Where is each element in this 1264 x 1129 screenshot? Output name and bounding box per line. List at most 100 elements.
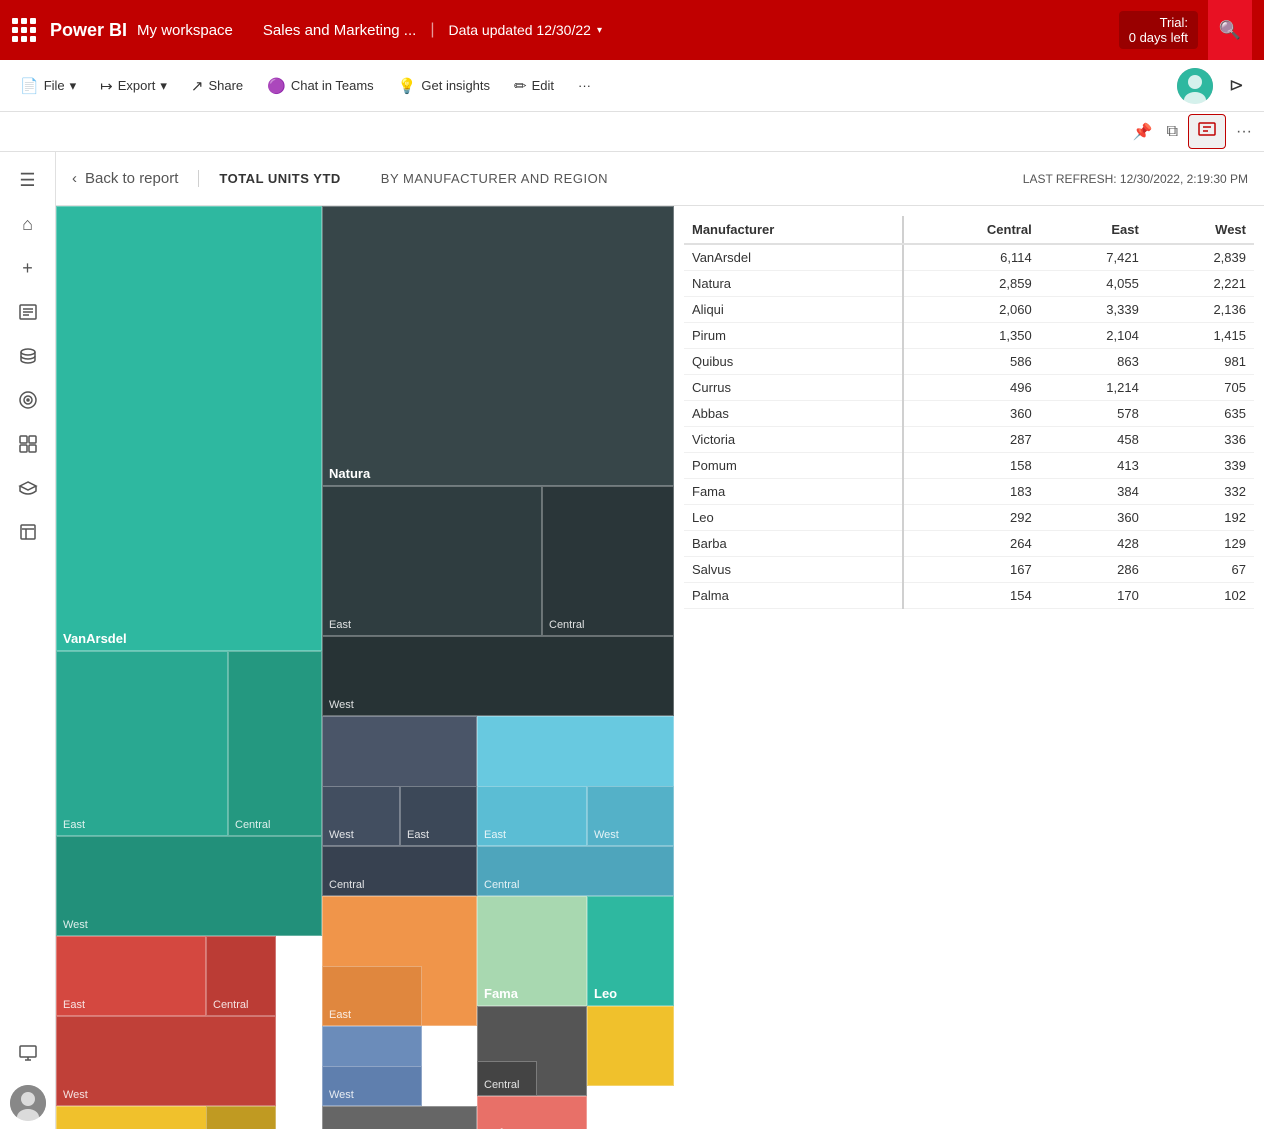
table-row: Palma154170102 bbox=[684, 583, 1254, 609]
col-east: East bbox=[1040, 216, 1147, 244]
treemap-cell-natura-east[interactable]: East bbox=[322, 486, 542, 636]
teams-icon: 🟣 bbox=[267, 77, 286, 95]
more-options-button[interactable]: ··· bbox=[568, 72, 601, 99]
toolbar-right: ⊳ bbox=[1177, 68, 1254, 104]
treemap-cell-natura-west[interactable]: West bbox=[322, 636, 674, 716]
user-avatar[interactable] bbox=[10, 1085, 46, 1121]
tab-by-manufacturer[interactable]: BY MANUFACTURER AND REGION bbox=[361, 171, 628, 186]
nav-goals-icon[interactable] bbox=[8, 380, 48, 420]
focus-mode-button[interactable] bbox=[1188, 114, 1226, 149]
left-nav: ☰ ⌂ + bbox=[0, 152, 56, 1129]
get-insights-button[interactable]: 💡 Get insights bbox=[388, 71, 500, 101]
expand-panel-button[interactable]: ⊳ bbox=[1219, 69, 1254, 102]
col-manufacturer: Manufacturer bbox=[684, 216, 903, 244]
table-row: Currus4961,214705 bbox=[684, 375, 1254, 401]
ellipsis-icon: ··· bbox=[578, 78, 591, 93]
treemap-cell-victoria-west[interactable]: West bbox=[322, 1066, 422, 1106]
treemap-cell-quibus-west[interactable]: West bbox=[322, 786, 400, 846]
duplicate-icon[interactable]: ⧉ bbox=[1163, 119, 1182, 145]
treemap-cell-natura[interactable]: Natura bbox=[322, 206, 674, 486]
treemap-cell-pomum[interactable]: Pomum bbox=[322, 1106, 477, 1129]
nav-menu-icon[interactable]: ☰ bbox=[8, 160, 48, 200]
treemap-cell-natura-central[interactable]: Central bbox=[542, 486, 674, 636]
treemap-cell-vanarsdel-east[interactable]: East bbox=[56, 651, 228, 836]
table-header-row: Manufacturer Central East West bbox=[684, 216, 1254, 244]
table-row: Fama183384332 bbox=[684, 479, 1254, 505]
data-table-container: Manufacturer Central East West VanArsdel… bbox=[674, 206, 1264, 1129]
treemap-cell-quibus-east[interactable]: East bbox=[400, 786, 477, 846]
search-button[interactable]: 🔍 bbox=[1208, 0, 1252, 60]
table-row: Aliqui2,0603,3392,136 bbox=[684, 297, 1254, 323]
treemap-cell-currus-east[interactable]: East bbox=[477, 786, 587, 846]
treemap-cell-aliqui-west[interactable]: West bbox=[56, 1016, 276, 1106]
file-button[interactable]: 📄 File ▾ bbox=[10, 71, 86, 101]
treemap-cell-fama[interactable]: Fama bbox=[477, 896, 587, 1006]
table-row: Quibus586863981 bbox=[684, 349, 1254, 375]
tab-total-units-ytd[interactable]: TOTAL UNITS YTD bbox=[199, 171, 360, 186]
main-layout: ☰ ⌂ + ‹ Back bbox=[0, 152, 1264, 1129]
treemap-cell-leo[interactable]: Leo bbox=[587, 896, 674, 1006]
app-logo: Power BI bbox=[50, 20, 127, 41]
nav-browse-icon[interactable] bbox=[8, 292, 48, 332]
treemap-inner: VanArsdel East Central West bbox=[56, 206, 674, 1016]
treemap-cell-vanarsdel[interactable]: VanArsdel bbox=[56, 206, 322, 651]
treemap-cell-abbas-east[interactable]: East bbox=[322, 966, 422, 1026]
back-bar: ‹ Back to report TOTAL UNITS YTD BY MANU… bbox=[56, 152, 1264, 206]
table-row: Salvus16728667 bbox=[684, 557, 1254, 583]
table-row: Pomum158413339 bbox=[684, 453, 1254, 479]
treemap-chart[interactable]: VanArsdel East Central West bbox=[56, 206, 674, 1129]
chevron-down-icon: ▾ bbox=[597, 25, 602, 36]
manufacturer-table: Manufacturer Central East West VanArsdel… bbox=[684, 216, 1254, 609]
edit-button[interactable]: ✏ Edit bbox=[504, 71, 564, 101]
nav-home-icon[interactable]: ⌂ bbox=[8, 204, 48, 244]
treemap-cell-barba-central[interactable]: Central bbox=[477, 1061, 537, 1096]
content-area: ‹ Back to report TOTAL UNITS YTD BY MANU… bbox=[56, 152, 1264, 1129]
nav-apps-icon[interactable] bbox=[8, 424, 48, 464]
nav-monitor-icon[interactable] bbox=[8, 1033, 48, 1073]
last-refresh-label: LAST REFRESH: 12/30/2022, 2:19:30 PM bbox=[1023, 172, 1248, 186]
table-row: Leo292360192 bbox=[684, 505, 1254, 531]
app-grid-icon[interactable] bbox=[12, 18, 50, 42]
export-icon: ↦ bbox=[100, 77, 113, 95]
table-row: Abbas360578635 bbox=[684, 401, 1254, 427]
treemap-cell-aliqui-east[interactable]: East bbox=[56, 936, 206, 1016]
export-button[interactable]: ↦ Export ▾ bbox=[90, 71, 177, 101]
trial-info: Trial: 0 days left bbox=[1119, 11, 1198, 49]
file-chevron-icon: ▾ bbox=[70, 78, 77, 94]
viz-area: VanArsdel East Central West bbox=[56, 206, 1264, 1129]
workspace-name[interactable]: My workspace bbox=[137, 22, 233, 39]
nav-create-icon[interactable]: + bbox=[8, 248, 48, 288]
treemap-cell-aliqui-central[interactable]: Central bbox=[206, 936, 276, 1016]
treemap-cell-small-yellow[interactable] bbox=[587, 1006, 674, 1086]
treemap-cell-vanarsdel-west[interactable]: West bbox=[56, 836, 322, 936]
table-row: Barba264428129 bbox=[684, 531, 1254, 557]
insights-icon: 💡 bbox=[398, 77, 417, 95]
col-central: Central bbox=[903, 216, 1039, 244]
treemap-cell-quibus-central[interactable]: Central bbox=[322, 846, 477, 896]
table-row: Pirum1,3502,1041,415 bbox=[684, 323, 1254, 349]
top-bar: Power BI My workspace Sales and Marketin… bbox=[0, 0, 1264, 60]
profile-avatar[interactable] bbox=[1177, 68, 1213, 104]
file-icon: 📄 bbox=[20, 77, 39, 95]
nav-learn-icon[interactable] bbox=[8, 468, 48, 508]
nav-data-icon[interactable] bbox=[8, 336, 48, 376]
more-options-icon[interactable]: ··· bbox=[1232, 119, 1256, 145]
back-arrow-icon: ‹ bbox=[72, 170, 77, 187]
treemap-cell-vanarsdel-central[interactable]: Central bbox=[228, 651, 322, 836]
treemap-cell-currus-west[interactable]: West bbox=[587, 786, 674, 846]
data-updated-label[interactable]: Data updated 12/30/22 ▾ bbox=[448, 22, 602, 38]
nav-catalog-icon[interactable] bbox=[8, 512, 48, 552]
back-to-report-button[interactable]: ‹ Back to report bbox=[72, 170, 199, 187]
table-row: Victoria287458336 bbox=[684, 427, 1254, 453]
col-west: West bbox=[1147, 216, 1254, 244]
report-title: Sales and Marketing ... bbox=[263, 22, 416, 39]
treemap-cell-salvus[interactable]: Salvus bbox=[477, 1096, 587, 1129]
pin-icon[interactable]: 📌 bbox=[1129, 118, 1157, 146]
chat-teams-button[interactable]: 🟣 Chat in Teams bbox=[257, 71, 384, 101]
treemap-cell-pirum-central[interactable]: Central bbox=[206, 1106, 276, 1129]
share-button[interactable]: ↗ Share bbox=[181, 71, 253, 101]
export-chevron-icon: ▾ bbox=[160, 78, 167, 94]
title-separator: | bbox=[430, 21, 434, 39]
second-toolbar: 📌 ⧉ ··· bbox=[0, 112, 1264, 152]
treemap-cell-currus-central[interactable]: Central bbox=[477, 846, 674, 896]
